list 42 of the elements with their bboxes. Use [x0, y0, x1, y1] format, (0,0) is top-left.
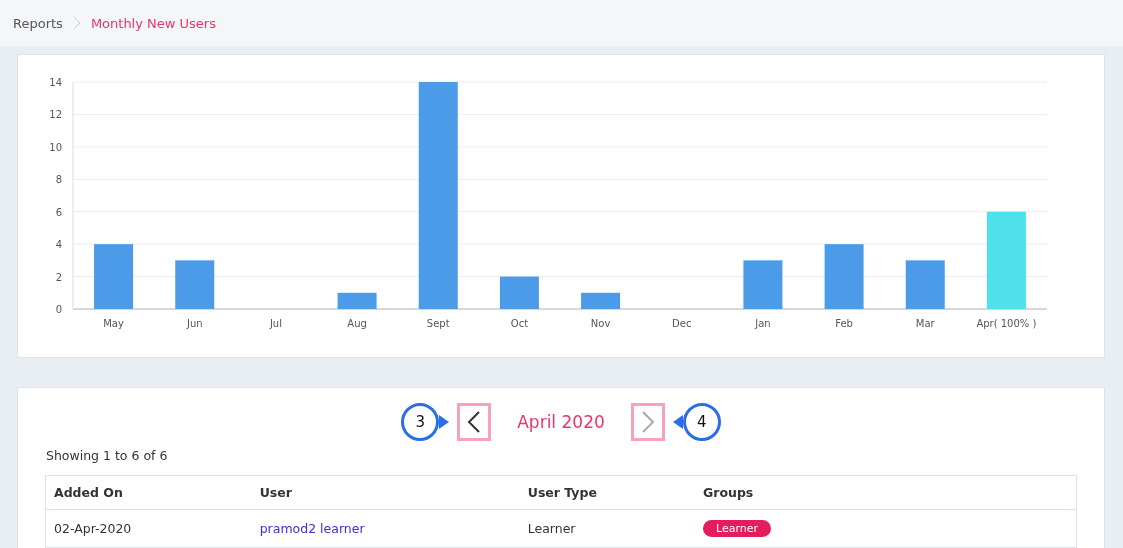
- axis-category-label: Feb: [835, 318, 853, 329]
- axis-category-label: Mar: [915, 318, 935, 329]
- axis-category-label: Jan: [755, 318, 771, 329]
- axis-category-label: Sept: [426, 318, 450, 329]
- axis-category-label: Jun: [186, 318, 203, 329]
- axis-category-label: Nov: [590, 318, 611, 329]
- month-title: April 2020: [517, 412, 605, 432]
- breadcrumb-item[interactable]: Monthly New Users: [90, 15, 216, 31]
- results-summary: Showing 1 to 6 of 6: [46, 448, 169, 463]
- table-cell: 02-Apr-2020: [54, 521, 132, 536]
- group-tag: Learner: [703, 520, 772, 537]
- bar: [905, 260, 945, 309]
- axis-tick-label: 10: [49, 141, 62, 153]
- axis-category-label: Dec: [672, 318, 692, 329]
- bar: [94, 244, 134, 309]
- axis-category-label: Jul: [269, 318, 282, 329]
- axis-tick-label: 0: [55, 304, 62, 315]
- column-header[interactable]: User: [251, 475, 520, 510]
- bar: [581, 292, 621, 309]
- bar: [337, 292, 377, 309]
- column-header[interactable]: User Type: [519, 475, 695, 510]
- axis-tick-label: 8: [55, 174, 62, 186]
- column-header[interactable]: Groups: [695, 475, 1077, 510]
- bar: [499, 276, 539, 309]
- axis-tick-label: 12: [49, 109, 62, 121]
- bar: [175, 260, 215, 309]
- axis-category-label: Aug: [347, 318, 367, 329]
- axis-tick-label: 14: [49, 77, 62, 88]
- axis-tick-label: 2: [55, 271, 62, 283]
- axis-tick-label: 6: [55, 206, 62, 218]
- axis-category-label: May: [103, 318, 124, 329]
- axis-category-label: Apr( 100% ): [976, 318, 1037, 329]
- bar: [743, 260, 783, 309]
- axis-tick-label: 4: [55, 239, 62, 251]
- table-cell: Learner: [527, 521, 576, 536]
- chevron-right-icon: [72, 16, 81, 30]
- column-header[interactable]: Added On: [45, 475, 252, 510]
- axis-category-label: Oct: [510, 318, 529, 329]
- breadcrumb-item[interactable]: Reports: [13, 15, 63, 31]
- user-link[interactable]: pramod2 learner: [259, 521, 365, 536]
- bar: [824, 244, 864, 309]
- previous-month-button[interactable]: [457, 403, 492, 441]
